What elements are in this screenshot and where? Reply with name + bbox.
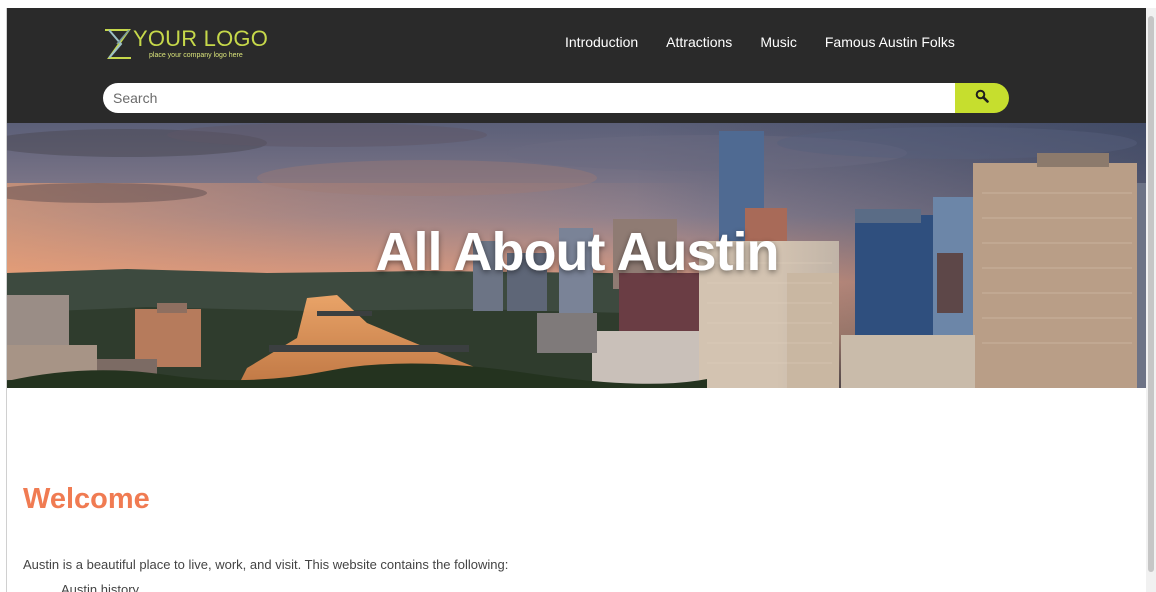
search-input[interactable] <box>103 83 955 113</box>
site-logo[interactable]: YOUR LOGO place your company logo here <box>103 24 283 66</box>
logo-mark-icon <box>103 24 133 64</box>
list-item: Austin history <box>61 582 140 592</box>
search-button[interactable] <box>955 83 1009 113</box>
nav-item-attractions[interactable]: Attractions <box>666 34 732 54</box>
nav-item-famous-austin-folks[interactable]: Famous Austin Folks <box>825 34 955 54</box>
hero-title: All About Austin <box>375 222 780 282</box>
intro-paragraph: Austin is a beautiful place to live, wor… <box>23 557 509 572</box>
logo-text: YOUR LOGO <box>133 26 269 51</box>
site-header: YOUR LOGO place your company logo here I… <box>7 8 1147 123</box>
browser-viewport: YOUR LOGO place your company logo here I… <box>0 0 1156 592</box>
logo-tagline: place your company logo here <box>149 52 243 59</box>
web-page: YOUR LOGO place your company logo here I… <box>6 8 1147 592</box>
nav-item-introduction[interactable]: Introduction <box>565 34 638 54</box>
nav-item-music[interactable]: Music <box>760 34 797 54</box>
main-nav: Introduction Attractions Music Famous Au… <box>565 34 955 54</box>
welcome-heading: Welcome <box>23 483 150 515</box>
search-bar <box>103 83 1009 113</box>
scrollbar-thumb[interactable] <box>1148 16 1154 572</box>
search-icon <box>975 89 989 108</box>
vertical-scrollbar[interactable] <box>1146 8 1156 592</box>
hero-banner: All About Austin <box>7 123 1147 388</box>
